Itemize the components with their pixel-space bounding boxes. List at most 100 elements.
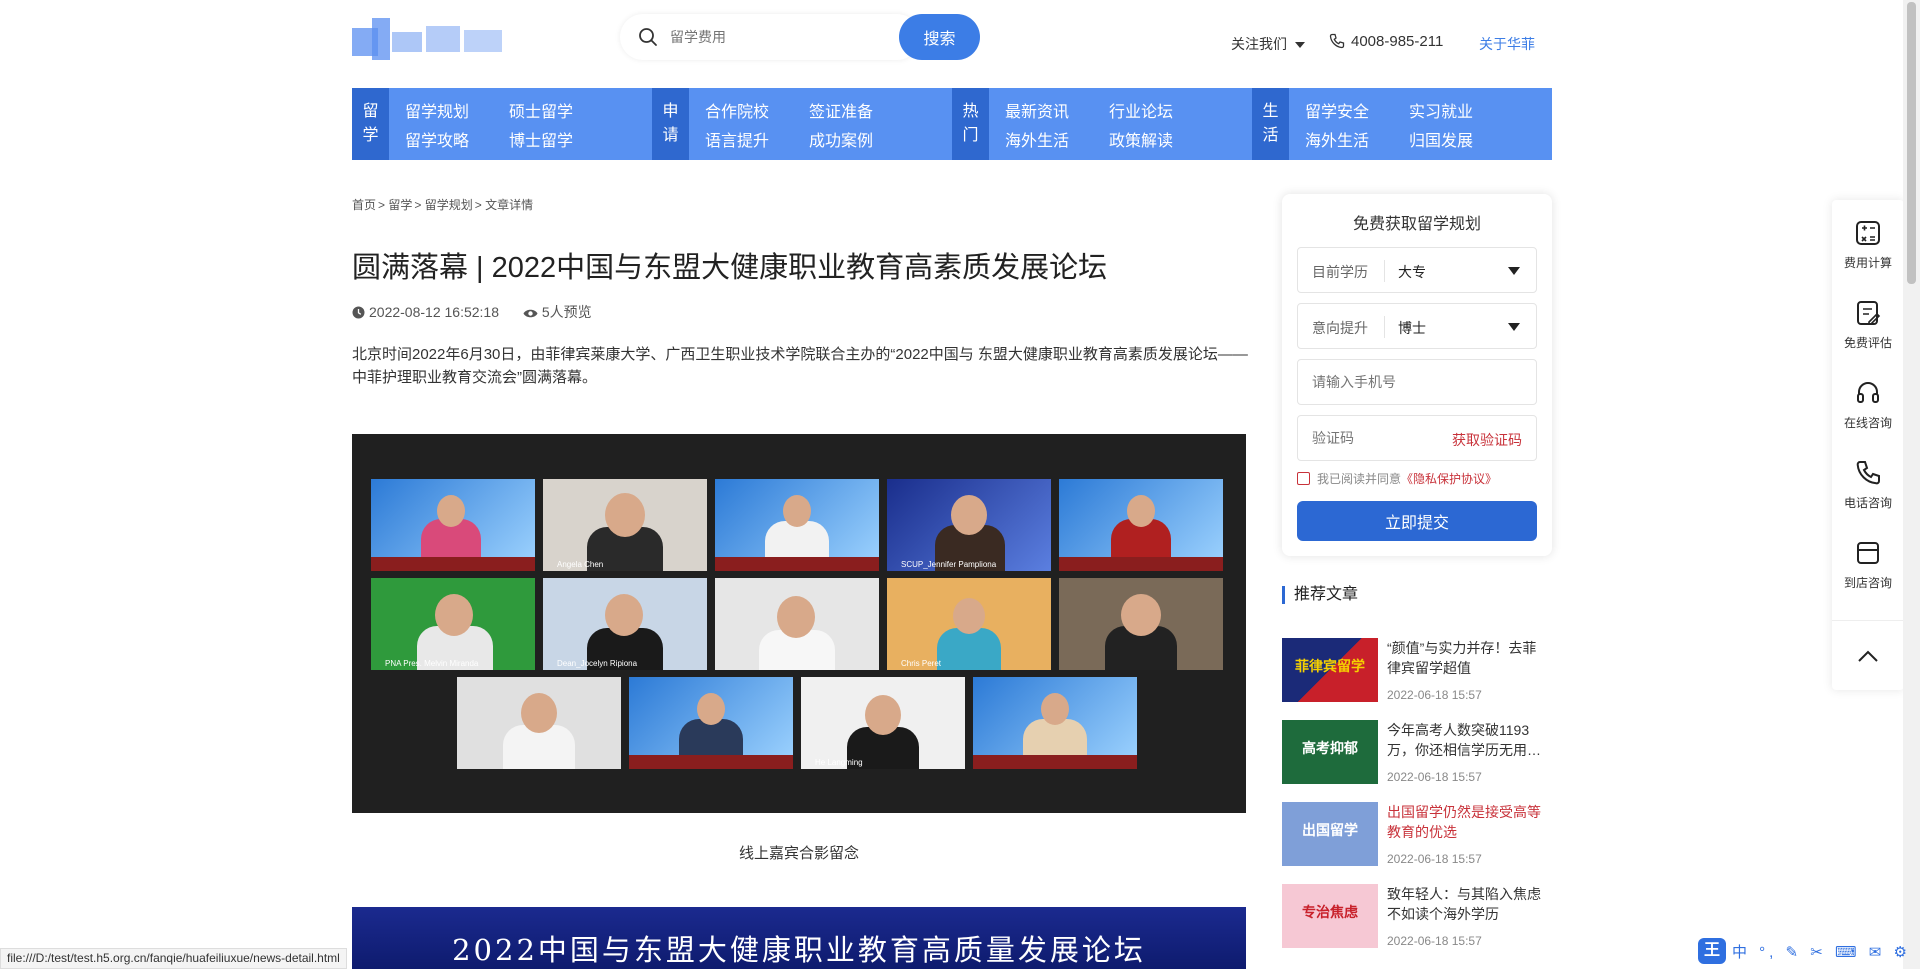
code-field-wrap: 获取验证码	[1297, 415, 1537, 461]
divider	[1384, 316, 1385, 338]
education-select[interactable]: 目前学历 大专	[1297, 247, 1537, 293]
calculator-icon	[1856, 221, 1880, 245]
recommend-item[interactable]: 菲律宾留学 “颜值”与实力并存！去菲律宾留学超值 2022-06-18 15:5…	[1282, 638, 1552, 704]
nav-category: 热门	[952, 88, 989, 160]
ime-toolbar[interactable]: 王 中 °, ✎ ✂ ⌨ ✉ ⚙	[1698, 936, 1907, 966]
nav-link[interactable]: 合作院校	[705, 98, 769, 122]
recommend-item-date: 2022-06-18 15:57	[1387, 852, 1482, 866]
phone-number: 4008-985-211	[1351, 33, 1444, 50]
nav-link[interactable]: 留学规划	[405, 98, 469, 122]
form-title: 免费获取留学规划	[1352, 216, 1481, 233]
recommend-item[interactable]: 高考抑郁 今年高考人数突破1193万，你还相信学历无用论吗？ 2022-06-1…	[1282, 720, 1552, 786]
article-photo: Angela Chen SCUP_Jennifer Pampliona PNA …	[352, 434, 1246, 813]
article-title: 圆满落幕 | 2022中国与东盟大健康职业教育高素质发展论坛	[352, 252, 1108, 284]
nav-link[interactable]: 行业论坛	[1109, 98, 1173, 122]
nav-link[interactable]: 成功案例	[809, 127, 873, 151]
nav-link[interactable]: 签证准备	[809, 98, 873, 122]
phone-field[interactable]	[1298, 360, 1536, 404]
divider	[1384, 260, 1385, 282]
nav-category: 生活	[1252, 88, 1289, 160]
recommend-item-date: 2022-06-18 15:57	[1387, 688, 1482, 702]
dropdown-arrow-icon	[1508, 267, 1520, 275]
participant-name: Dean_Jocelyn Ripiona	[557, 659, 638, 668]
page: 搜索 关注我们 4008-985-211 关于华菲 留学 留学规划 硕士留学 留…	[0, 0, 1920, 969]
privacy-link[interactable]: 《隐私保护协议》	[1401, 472, 1497, 486]
search-button[interactable]: 搜索	[899, 14, 980, 60]
target-value: 博士	[1398, 320, 1426, 336]
get-code-button[interactable]: 获取验证码	[1452, 430, 1522, 450]
fee-calculator-button[interactable]: 费用计算	[1832, 200, 1904, 280]
recommend-thumb: 专治焦虑	[1282, 884, 1378, 948]
video-tile	[715, 479, 879, 571]
submit-button[interactable]: 立即提交	[1297, 501, 1537, 541]
photo-caption: 线上嘉宾合影留念	[738, 845, 859, 862]
recommend-item-title: “颜值”与实力并存！去菲律宾留学超值	[1387, 640, 1537, 676]
store-consult-button[interactable]: 到店咨询	[1832, 520, 1904, 600]
ime-logo[interactable]: 王	[1698, 938, 1726, 964]
consult-form: 免费获取留学规划 目前学历 大专 意向提升 博士 获取验证码 我已阅读并同意《隐…	[1282, 194, 1552, 556]
scrollbar-thumb[interactable]	[1907, 2, 1916, 284]
participant-name: Chris Peret	[901, 659, 942, 668]
breadcrumb-home[interactable]: 首页	[352, 198, 376, 212]
participant-name: PNA Pres. Melvin Miranda	[385, 659, 479, 668]
nav-link[interactable]: 归国发展	[1409, 127, 1473, 151]
article-meta: 2022-08-12 16:52:18 5人预览	[352, 302, 612, 322]
online-consult-button[interactable]: 在线咨询	[1832, 360, 1904, 440]
store-icon	[1857, 542, 1879, 564]
nav-category: 申请	[652, 88, 689, 160]
recommend-thumb: 菲律宾留学	[1282, 638, 1378, 702]
agreement: 我已阅读并同意《隐私保护协议》	[1297, 470, 1497, 487]
recommend-item[interactable]: 出国留学 出国留学仍然是接受高等教育的优选 2022-06-18 15:57	[1282, 802, 1552, 868]
nav-group-apply: 申请 合作院校 签证准备 语言提升 成功案例	[652, 88, 952, 160]
chevron-up-icon	[1858, 650, 1878, 662]
back-to-top-button[interactable]	[1832, 620, 1904, 690]
about-link[interactable]: 关于华菲	[1479, 34, 1535, 54]
nav-group-study: 留学 留学规划 硕士留学 留学攻略 博士留学	[352, 88, 652, 160]
header-phone[interactable]: 4008-985-211	[1329, 33, 1443, 50]
dropdown-arrow-icon	[1508, 323, 1520, 331]
phone-icon	[1856, 461, 1880, 485]
nav-link[interactable]: 硕士留学	[509, 98, 573, 122]
nav-link[interactable]: 政策解读	[1109, 127, 1173, 151]
nav-link[interactable]: 留学安全	[1305, 98, 1369, 122]
site-logo[interactable]	[352, 18, 506, 64]
eye-icon	[523, 309, 538, 318]
agree-checkbox[interactable]	[1297, 472, 1310, 485]
recommend-title: 推荐文章	[1282, 586, 1358, 604]
nav-link[interactable]: 留学攻略	[405, 127, 469, 151]
article-lead: 北京时间2022年6月30日，由菲律宾莱康大学、广西卫生职业技术学院联合主办的“…	[352, 346, 1248, 386]
participant-name: He Langming	[815, 758, 863, 767]
target-label: 意向提升	[1312, 320, 1368, 336]
video-tile	[371, 479, 535, 571]
nav-link[interactable]: 实习就业	[1409, 98, 1473, 122]
recommend-item-date: 2022-06-18 15:57	[1387, 770, 1482, 784]
recommend-thumb: 出国留学	[1282, 802, 1378, 866]
video-tile	[1059, 479, 1223, 571]
nav-link[interactable]: 最新资讯	[1005, 98, 1069, 122]
follow-us-dropdown[interactable]: 关注我们	[1231, 34, 1305, 54]
video-tile	[457, 677, 621, 769]
nav-link[interactable]: 海外生活	[1005, 127, 1069, 151]
forum-banner: 2022中国与东盟大健康职业教育高质量发展论坛	[352, 907, 1246, 969]
search-input[interactable]	[620, 14, 920, 60]
recommend-item-title: 致年轻人：与其陷入焦虑不如读个海外学历	[1387, 886, 1541, 922]
phone-consult-button[interactable]: 电话咨询	[1832, 440, 1904, 520]
breadcrumb-study[interactable]: 留学	[388, 198, 412, 212]
nav-link[interactable]: 语言提升	[705, 127, 769, 151]
nav-link[interactable]: 海外生活	[1305, 127, 1369, 151]
nav-link[interactable]: 博士留学	[509, 127, 573, 151]
recommend-item[interactable]: 专治焦虑 致年轻人：与其陷入焦虑不如读个海外学历 2022-06-18 15:5…	[1282, 884, 1552, 950]
video-tile: He Langming	[801, 677, 965, 769]
target-select[interactable]: 意向提升 博士	[1297, 303, 1537, 349]
caret-down-icon	[1295, 42, 1305, 49]
recommend-item-title: 今年高考人数突破1193万，你还相信学历无用论吗？	[1387, 722, 1541, 758]
ime-tools[interactable]: 中 °, ✎ ✂ ⌨ ✉ ⚙	[1732, 941, 1911, 962]
search-bar: 搜索	[620, 14, 980, 60]
free-assessment-button[interactable]: 免费评估	[1832, 280, 1904, 360]
recommend-thumb: 高考抑郁	[1282, 720, 1378, 784]
article-date: 2022-08-12 16:52:18	[352, 304, 499, 320]
breadcrumb-planning[interactable]: 留学规划	[425, 198, 473, 212]
recommend-item-date: 2022-06-18 15:57	[1387, 934, 1482, 948]
main-nav: 留学 留学规划 硕士留学 留学攻略 博士留学 申请 合作院校 签证准备 语言提升…	[352, 88, 1552, 160]
video-tile	[973, 677, 1137, 769]
